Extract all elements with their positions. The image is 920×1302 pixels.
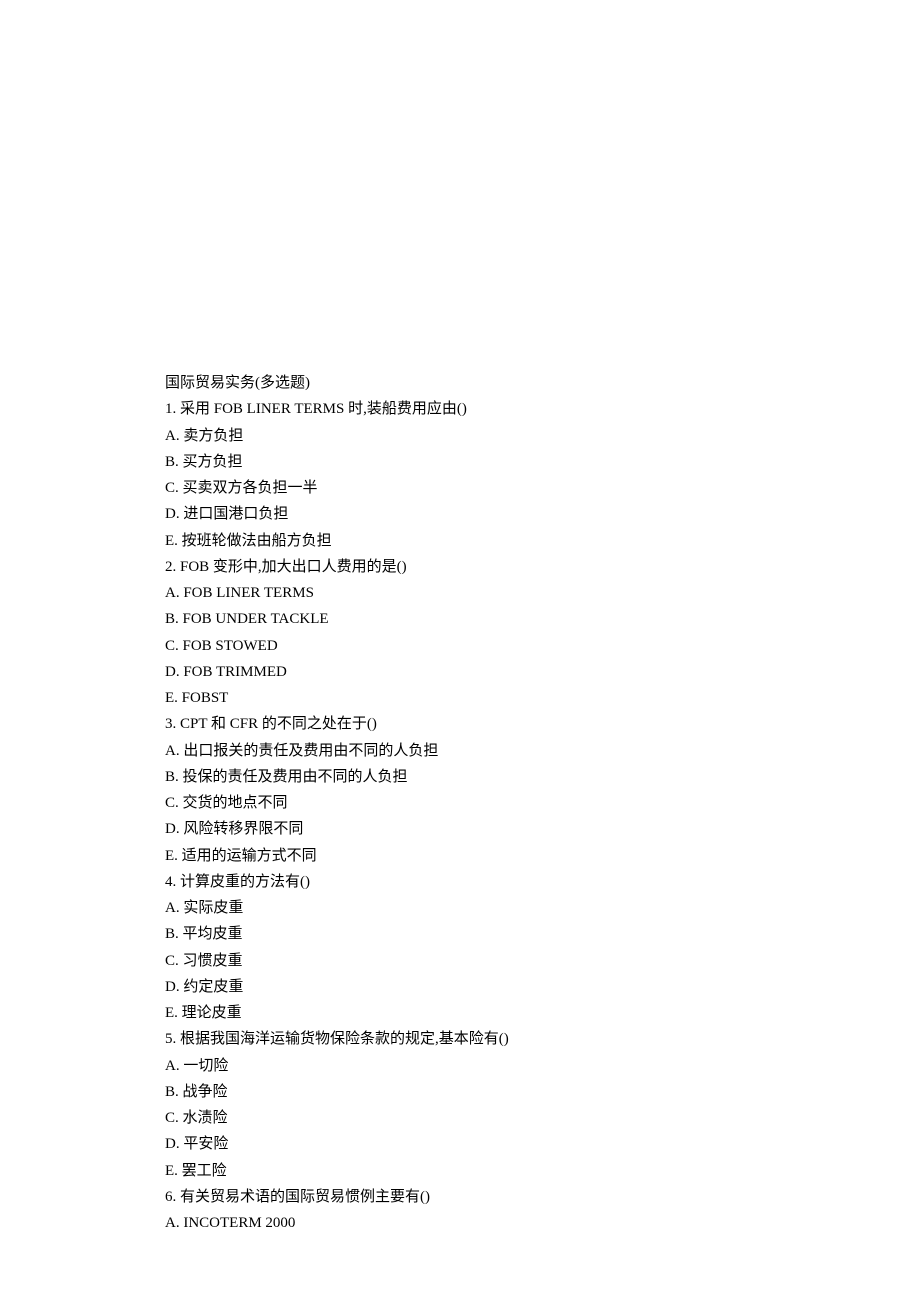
question-4-option-C: C. 习惯皮重 — [165, 948, 800, 974]
question-3-option-C: C. 交货的地点不同 — [165, 790, 800, 816]
question-6-option-A: A. INCOTERM 2000 — [165, 1210, 800, 1236]
question-3-option-D: D. 风险转移界限不同 — [165, 816, 800, 842]
question-5: 5. 根据我国海洋运输货物保险条款的规定,基本险有() — [165, 1026, 800, 1052]
question-1-option-E: E. 按班轮做法由船方负担 — [165, 528, 800, 554]
question-4-option-B: B. 平均皮重 — [165, 921, 800, 947]
question-4-option-E: E. 理论皮重 — [165, 1000, 800, 1026]
question-3-option-B: B. 投保的责任及费用由不同的人负担 — [165, 764, 800, 790]
question-1-option-D: D. 进口国港口负担 — [165, 501, 800, 527]
question-2-option-A: A. FOB LINER TERMS — [165, 580, 800, 606]
question-2-option-C: C. FOB STOWED — [165, 633, 800, 659]
question-5-option-D: D. 平安险 — [165, 1131, 800, 1157]
question-2-option-E: E. FOBST — [165, 685, 800, 711]
question-5-option-A: A. 一切险 — [165, 1053, 800, 1079]
question-5-option-E: E. 罢工险 — [165, 1158, 800, 1184]
question-1-option-C: C. 买卖双方各负担一半 — [165, 475, 800, 501]
document-content: 国际贸易实务(多选题) 1. 采用 FOB LINER TERMS 时,装船费用… — [165, 370, 800, 1236]
question-1-option-B: B. 买方负担 — [165, 449, 800, 475]
questions-container: 1. 采用 FOB LINER TERMS 时,装船费用应由()A. 卖方负担B… — [165, 396, 800, 1236]
question-4-option-D: D. 约定皮重 — [165, 974, 800, 1000]
question-4-option-A: A. 实际皮重 — [165, 895, 800, 921]
question-1: 1. 采用 FOB LINER TERMS 时,装船费用应由() — [165, 396, 800, 422]
question-4: 4. 计算皮重的方法有() — [165, 869, 800, 895]
question-2-option-B: B. FOB UNDER TACKLE — [165, 606, 800, 632]
document-title: 国际贸易实务(多选题) — [165, 370, 800, 396]
question-3: 3. CPT 和 CFR 的不同之处在于() — [165, 711, 800, 737]
question-3-option-A: A. 出口报关的责任及费用由不同的人负担 — [165, 738, 800, 764]
question-2-option-D: D. FOB TRIMMED — [165, 659, 800, 685]
question-1-option-A: A. 卖方负担 — [165, 423, 800, 449]
question-6: 6. 有关贸易术语的国际贸易惯例主要有() — [165, 1184, 800, 1210]
question-3-option-E: E. 适用的运输方式不同 — [165, 843, 800, 869]
question-5-option-B: B. 战争险 — [165, 1079, 800, 1105]
question-5-option-C: C. 水渍险 — [165, 1105, 800, 1131]
question-2: 2. FOB 变形中,加大出口人费用的是() — [165, 554, 800, 580]
